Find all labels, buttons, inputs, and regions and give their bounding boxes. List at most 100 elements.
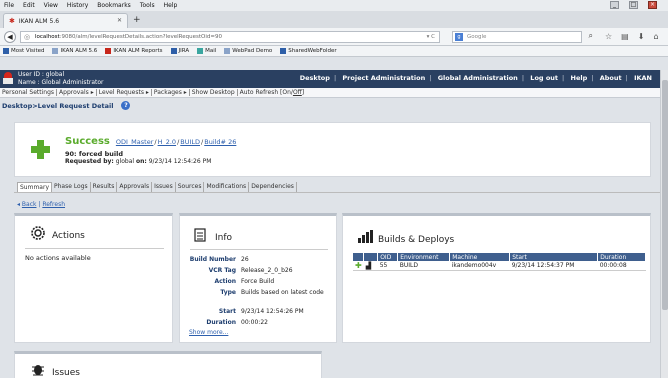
bookmark-most-visited[interactable]: Most Visited [3,48,44,54]
clipboard-icon[interactable]: ▤ [621,32,629,41]
page-icon [224,48,231,54]
submenu-personal-settings[interactable]: Personal Settings [0,89,58,96]
col-header-machine[interactable]: Machine [449,253,511,261]
page-scrollbar[interactable] [660,70,668,378]
google-icon: g [455,33,463,41]
back-arrow-icon[interactable]: ◀ [4,31,16,43]
submenu-packages[interactable]: Packages ▸ [152,89,190,96]
submenu-level-requests[interactable]: Level Requests ▸ [97,89,152,96]
bookmark-jira[interactable]: JIRA [170,48,189,54]
info-panel: Info Build Number 26 VCR Tag Release_2_0_b… [179,213,337,343]
bookmark-mail[interactable]: Mail [197,48,216,54]
refresh-link[interactable]: Refresh [42,201,65,208]
url-bar[interactable]: ◎ localhost:9080/alm/levelRequestDetails… [20,31,440,43]
submenu-approvals[interactable]: Approvals ▸ [57,89,97,96]
tab-approvals[interactable]: Approvals [117,182,153,192]
link-build-number[interactable]: Build# 26 [204,138,236,146]
nav-project-admin[interactable]: Project Administration [342,74,425,82]
tab-modifications[interactable]: Modifications [204,182,250,192]
nav-ikan[interactable]: IKAN [634,74,652,82]
menu-history[interactable]: History [67,2,88,9]
link-odi-master[interactable]: ODI_Master [116,138,154,146]
tab-close-icon[interactable]: ✕ [117,17,122,24]
download-icon[interactable]: ⬇ [638,32,645,41]
builds-title: Builds & Deploys [378,235,455,245]
bookmark-ikan-reports[interactable]: IKAN ALM Reports [105,48,163,54]
search-icon[interactable]: ⌕ [589,31,593,41]
tab-summary[interactable]: Summary [17,182,52,192]
minimize-icon[interactable]: _ [610,1,619,9]
nav-desktop[interactable]: Desktop [300,74,330,82]
bookmark-shared-folder[interactable]: SharedWebFolder [280,48,337,54]
globe-icon: ◎ [24,33,31,41]
table-row[interactable]: ✚ ▟ 55 BUILD ikandemo004v 9/23/14 12:54:… [353,261,646,271]
row-build-icon: ▟ [363,261,378,271]
tab-phase-logs[interactable]: Phase Logs [52,182,91,192]
ikan-logo-icon [3,72,13,84]
submenu-show-desktop[interactable]: Show Desktop [190,89,238,96]
issues-title: Issues [52,368,80,378]
ikan-icon [105,48,112,54]
bug-icon [32,365,44,376]
menu-help[interactable]: Help [164,2,178,9]
menu-bookmarks[interactable]: Bookmarks [97,2,131,9]
bookmark-star-icon[interactable]: ☆ [605,32,612,41]
menu-file[interactable]: File [4,2,14,9]
nav-logout[interactable]: Log out [530,74,558,82]
home-icon[interactable]: ⌂ [653,32,658,41]
col-header-start[interactable]: Start [509,253,599,261]
bookmark-webpad[interactable]: WebPad Demo [224,48,272,54]
submenu-auto-refresh[interactable]: Auto Refresh [On/Off] [238,89,307,96]
breadcrumb: Desktop>Level Request Detail ? [2,101,131,110]
cell-environment: BUILD [397,261,450,271]
link-build[interactable]: BUILD [180,138,200,146]
search-input[interactable]: g Google ⌕ [452,31,593,43]
dot-icon [280,48,287,54]
document-icon [194,228,206,242]
info-row-build-number: Build Number 26 [189,256,249,263]
nav-about[interactable]: About [600,74,622,82]
help-icon[interactable]: ? [121,101,131,110]
builds-table-header: OID Environment Machine Start Duration [353,253,646,261]
user-name: Name : Global Administrator [18,79,104,86]
menu-tools[interactable]: Tools [140,2,155,9]
bookmarks-icon [3,48,9,54]
row-plus-icon[interactable]: ✚ [353,261,364,271]
url-path: :9080/alm/levelRequestDetails.action?lev… [59,34,222,40]
tab-issues[interactable]: Issues [152,182,176,192]
scrollbar-thumb[interactable] [662,80,668,310]
actions-title: Actions [52,231,85,241]
info-row-action: Action Force Build [214,278,275,285]
show-more-link[interactable]: Show more... [189,329,228,336]
nav-help[interactable]: Help [571,74,588,82]
tab-dependencies[interactable]: Dependencies [249,182,297,192]
detail-tabs: Summary Phase Logs Results Approvals Iss… [17,182,297,192]
menu-edit[interactable]: Edit [23,2,35,9]
status-title: Success ODI_Master / H_2.0/ BUILD / Build#… [65,136,237,147]
search-placeholder: Google [467,34,487,40]
col-header-duration[interactable]: Duration [597,253,646,261]
close-icon[interactable]: × [648,1,657,9]
back-link[interactable]: Back [22,201,37,208]
tab-sources[interactable]: Sources [176,182,205,192]
menu-view[interactable]: View [44,2,58,9]
link-h20[interactable]: H_2.0 [158,138,176,146]
maximize-icon[interactable]: □ [629,1,638,9]
breadcrumb-text[interactable]: Desktop>Level Request Detail [2,102,113,110]
mail-icon [197,48,204,54]
browser-tab[interactable]: ✱ IKAN ALM 5.6 ✕ [3,13,128,28]
new-tab-icon[interactable]: + [133,15,141,25]
auto-refresh-off-link[interactable]: Off [293,89,302,96]
actions-empty-text: No actions available [25,254,91,262]
col-header-oid[interactable]: OID [377,253,399,261]
reload-icon[interactable]: ▾ C [427,32,435,42]
col-header-environment[interactable]: Environment [397,253,451,261]
bookmarks-bar: Most Visited IKAN ALM 5.6 IKAN ALM Repor… [0,46,668,57]
bookmark-ikan-alm[interactable]: IKAN ALM 5.6 [52,48,97,54]
nav-global-admin[interactable]: Global Administration [438,74,518,82]
summary-box: Success ODI_Master / H_2.0/ BUILD / Build#… [14,122,651,177]
user-id: User ID : global [18,71,65,78]
tab-results[interactable]: Results [91,182,118,192]
browser-menubar: File Edit View History Bookmarks Tools H… [0,0,668,11]
success-plus-icon [31,140,50,159]
